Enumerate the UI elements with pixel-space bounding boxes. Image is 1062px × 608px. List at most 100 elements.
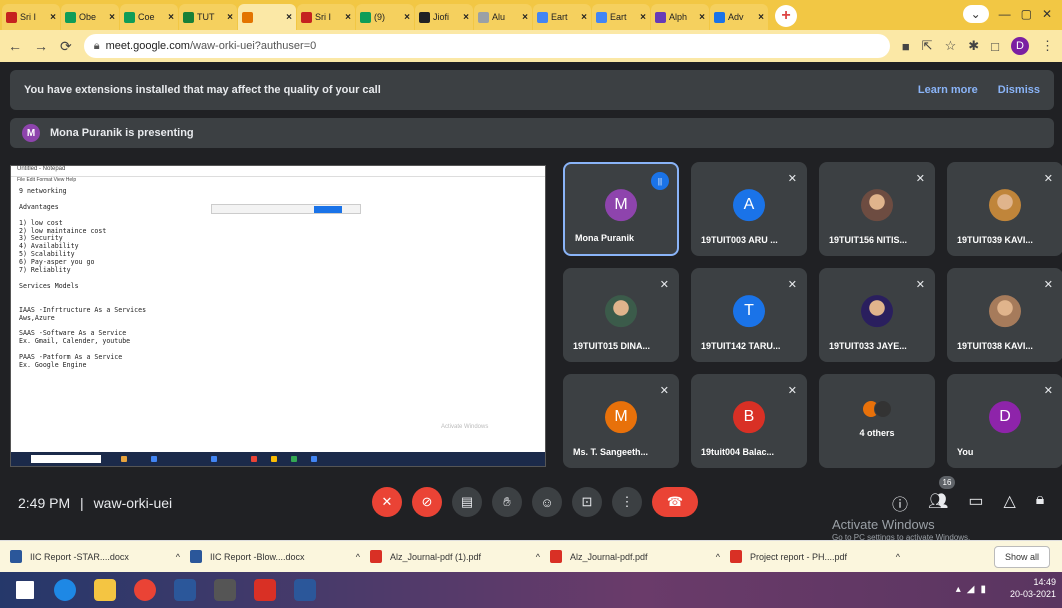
- participant-name: Ms. T. Sangeeth...: [573, 447, 649, 457]
- participant-tile[interactable]: ✕ 19TUIT015 DINA...: [563, 268, 679, 362]
- learn-more-link[interactable]: Learn more: [918, 84, 978, 96]
- participant-tile[interactable]: M || Mona Puranik: [563, 162, 679, 256]
- download-item[interactable]: Project report - PH....pdf ^: [730, 550, 910, 563]
- share-icon[interactable]: ⇱: [922, 38, 933, 54]
- participant-tile[interactable]: ✕ 19TUIT038 KAVI...: [947, 268, 1062, 362]
- tab-close-icon[interactable]: ×: [168, 12, 174, 23]
- info-icon[interactable]: ⓘ: [892, 491, 908, 515]
- tab-close-icon[interactable]: ×: [758, 12, 764, 23]
- extensions-warning-banner: You have extensions installed that may a…: [10, 70, 1054, 110]
- participant-tile[interactable]: A ✕ 19TUIT003 ARU ...: [691, 162, 807, 256]
- lock-icon: 🔒︎: [93, 39, 100, 52]
- address-bar-row: ← → ⟳ 🔒︎ meet.google.com/waw-orki-uei?au…: [0, 30, 1062, 62]
- browser-tab[interactable]: Alph ×: [651, 4, 709, 30]
- presenting-bar: M Mona Puranik is presenting: [10, 118, 1054, 148]
- taskbar-edge[interactable]: [48, 575, 82, 605]
- info-separator: |: [80, 495, 84, 511]
- participant-tile[interactable]: ✕ 19TUIT039 KAVI...: [947, 162, 1062, 256]
- tab-close-icon[interactable]: ×: [227, 12, 233, 23]
- maximize-icon[interactable]: ▢: [1021, 7, 1032, 21]
- show-all-button[interactable]: Show all: [993, 546, 1050, 568]
- participant-tile[interactable]: ✕ 19TUIT156 NITIS...: [819, 162, 935, 256]
- activities-icon[interactable]: △: [1003, 491, 1015, 515]
- tab-close-icon[interactable]: ×: [463, 12, 469, 23]
- end-call-button[interactable]: ☎︎: [652, 487, 698, 517]
- mic-off-button[interactable]: ✕: [372, 487, 402, 517]
- profile-dropdown[interactable]: ⌄: [962, 5, 989, 23]
- taskbar-chrome[interactable]: [128, 575, 162, 605]
- people-icon[interactable]: 👥︎: [928, 491, 948, 515]
- browser-tab[interactable]: Eart ×: [592, 4, 650, 30]
- participant-name: 19TUIT038 KAVI...: [957, 341, 1033, 351]
- browser-tab[interactable]: Sri I ×: [2, 4, 60, 30]
- download-filename: Alz_Journal-pdf.pdf: [570, 551, 648, 562]
- url-field[interactable]: 🔒︎ meet.google.com/waw-orki-uei?authuser…: [83, 34, 890, 58]
- start-button[interactable]: [8, 575, 42, 605]
- folder-icon: [94, 579, 116, 601]
- reactions-button[interactable]: ☺: [532, 487, 562, 517]
- taskbar-word[interactable]: [288, 575, 322, 605]
- tab-close-icon[interactable]: ×: [522, 12, 528, 23]
- browser-tab[interactable]: TUT ×: [179, 4, 237, 30]
- tab-close-icon[interactable]: ×: [50, 12, 56, 23]
- chevron-up-icon[interactable]: ^: [896, 552, 900, 562]
- taskbar-explorer[interactable]: [88, 575, 122, 605]
- download-item[interactable]: IIC Report -Blow....docx ^: [190, 550, 370, 563]
- tab-search-icon[interactable]: □: [991, 39, 999, 54]
- raise-hand-button[interactable]: ✋︎: [492, 487, 522, 517]
- browser-tab[interactable]: Jiofi ×: [415, 4, 473, 30]
- profile-avatar[interactable]: D: [1011, 37, 1029, 55]
- tab-close-icon[interactable]: ×: [109, 12, 115, 23]
- tab-close-icon[interactable]: ×: [286, 12, 292, 23]
- browser-tab[interactable]: Coe ×: [120, 4, 178, 30]
- browser-tab[interactable]: ×: [238, 4, 296, 30]
- menu-icon[interactable]: ⋮: [1041, 38, 1054, 54]
- tab-title: Sri I: [315, 12, 332, 22]
- new-tab-button[interactable]: +: [775, 5, 797, 27]
- tab-favicon: [714, 11, 725, 23]
- tab-close-icon[interactable]: ×: [581, 12, 587, 23]
- taskbar-app[interactable]: [208, 575, 242, 605]
- download-item[interactable]: Alz_Journal-pdf (1).pdf ^: [370, 550, 550, 563]
- forward-icon[interactable]: →: [34, 38, 48, 54]
- participant-tile[interactable]: ✕ 19TUIT033 JAYE...: [819, 268, 935, 362]
- chevron-up-icon[interactable]: ^: [716, 552, 720, 562]
- participant-tile[interactable]: D ✕ You: [947, 374, 1062, 468]
- chat-icon[interactable]: ▭: [968, 491, 983, 515]
- dismiss-button[interactable]: Dismiss: [998, 84, 1040, 96]
- chevron-up-icon[interactable]: ^: [176, 552, 180, 562]
- minimize-icon[interactable]: —: [999, 7, 1011, 21]
- system-clock[interactable]: 14:49 20-03-2021: [1010, 576, 1056, 600]
- taskbar-acrobat[interactable]: [248, 575, 282, 605]
- reload-icon[interactable]: ⟳: [60, 38, 72, 55]
- participant-tile[interactable]: T ✕ 19TUIT142 TARU...: [691, 268, 807, 362]
- more-options-button[interactable]: ⋮: [612, 487, 642, 517]
- host-controls-icon[interactable]: 🔒︎: [1036, 491, 1045, 515]
- browser-tab[interactable]: Eart ×: [533, 4, 591, 30]
- captions-button[interactable]: ▤: [452, 487, 482, 517]
- download-item[interactable]: IIC Report -STAR....docx ^: [10, 550, 190, 563]
- browser-tab[interactable]: (9) ×: [356, 4, 414, 30]
- back-icon[interactable]: ←: [8, 38, 22, 54]
- tab-close-icon[interactable]: ×: [640, 12, 646, 23]
- close-window-icon[interactable]: ✕: [1042, 7, 1052, 21]
- star-icon[interactable]: ☆: [945, 38, 957, 54]
- extensions-icon[interactable]: ✱: [968, 38, 979, 54]
- browser-tab[interactable]: Alu ×: [474, 4, 532, 30]
- taskbar-settings[interactable]: [168, 575, 202, 605]
- participant-tile[interactable]: M ✕ Ms. T. Sangeeth...: [563, 374, 679, 468]
- participant-tile[interactable]: 4 others: [819, 374, 935, 468]
- chevron-up-icon[interactable]: ^: [536, 552, 540, 562]
- camera-off-button[interactable]: ⊘: [412, 487, 442, 517]
- tab-close-icon[interactable]: ×: [699, 12, 705, 23]
- participant-tile[interactable]: B ✕ 19tuit004 Balac...: [691, 374, 807, 468]
- browser-tab[interactable]: Adv ×: [710, 4, 768, 30]
- chevron-up-icon[interactable]: ^: [356, 552, 360, 562]
- browser-tab[interactable]: Sri I ×: [297, 4, 355, 30]
- browser-tab[interactable]: Obe ×: [61, 4, 119, 30]
- download-item[interactable]: Alz_Journal-pdf.pdf ^: [550, 550, 730, 563]
- tab-close-icon[interactable]: ×: [345, 12, 351, 23]
- present-button[interactable]: ⊡: [572, 487, 602, 517]
- camera-icon[interactable]: ■: [902, 39, 910, 54]
- tab-close-icon[interactable]: ×: [404, 12, 410, 23]
